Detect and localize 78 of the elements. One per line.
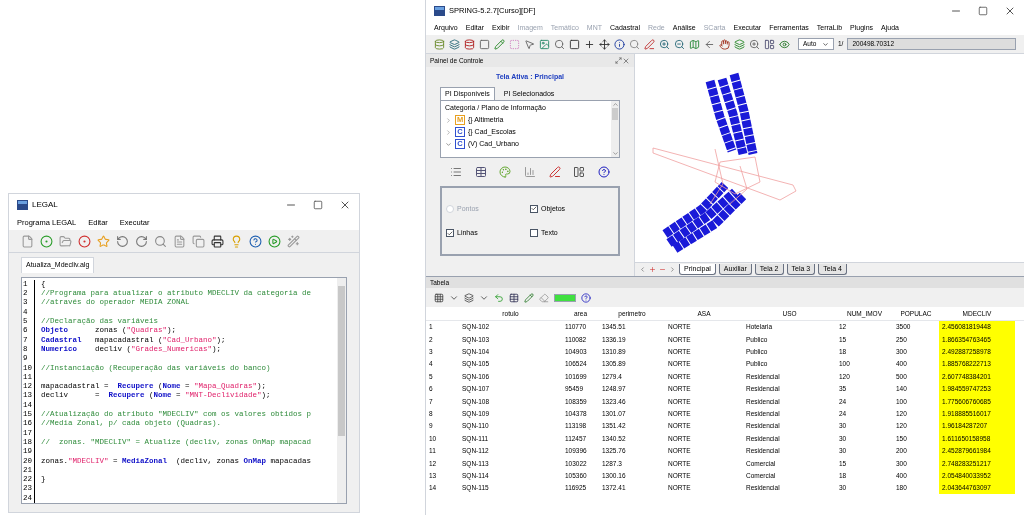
star-icon[interactable] (97, 234, 110, 248)
redo-icon[interactable] (135, 234, 148, 248)
panel-icon[interactable] (573, 166, 586, 178)
layers-icon[interactable] (734, 38, 745, 50)
undo-icon[interactable] (116, 234, 129, 248)
help-icon[interactable] (249, 234, 262, 248)
lightbulb-icon[interactable] (230, 234, 243, 248)
printer-icon[interactable] (211, 234, 224, 248)
scroll-thumb[interactable] (338, 285, 345, 436)
eye-icon[interactable] (779, 38, 790, 50)
pencil-icon[interactable] (644, 38, 655, 50)
pencil-icon[interactable] (548, 166, 561, 178)
chevron-right-icon[interactable] (445, 116, 452, 124)
folder-icon[interactable] (59, 234, 72, 248)
new-file-icon[interactable] (21, 234, 34, 248)
map-icon[interactable] (689, 38, 700, 50)
hand-icon[interactable] (719, 38, 730, 50)
copy-icon[interactable] (192, 234, 205, 248)
list-icon[interactable] (450, 166, 463, 178)
color-picker[interactable] (554, 293, 576, 302)
undock-icon[interactable] (615, 57, 622, 64)
move-icon[interactable] (599, 38, 610, 50)
image-icon[interactable] (539, 38, 550, 50)
help-icon[interactable] (581, 292, 591, 303)
remove-icon[interactable] (659, 266, 666, 273)
layers-icon[interactable] (464, 292, 474, 303)
zoom-in-icon[interactable] (659, 38, 670, 50)
chevron-right-icon[interactable] (445, 128, 452, 136)
info-icon[interactable] (614, 38, 625, 50)
checkbox[interactable] (530, 204, 538, 213)
scroll-up-icon[interactable] (611, 101, 619, 108)
dropdown-caret-icon[interactable] (822, 40, 829, 48)
wand-icon[interactable] (287, 234, 300, 248)
undo-icon[interactable] (494, 292, 504, 303)
table-icon[interactable] (509, 292, 519, 303)
pencil-icon[interactable] (494, 38, 505, 50)
frame-icon[interactable] (509, 38, 520, 50)
stop-icon[interactable] (78, 234, 91, 248)
search-icon[interactable] (554, 38, 565, 50)
chart-icon[interactable] (523, 166, 536, 178)
scrollbar[interactable] (611, 101, 619, 157)
plus-icon[interactable] (584, 38, 595, 50)
layers-icon[interactable] (449, 38, 460, 50)
palette-icon[interactable] (499, 166, 512, 178)
previous-icon[interactable] (639, 266, 646, 273)
search-icon[interactable] (154, 234, 167, 248)
square-icon[interactable] (479, 38, 490, 50)
zoom-icon[interactable] (749, 38, 760, 50)
maximize-icon[interactable] (313, 199, 323, 210)
scrollbar[interactable] (337, 277, 346, 503)
pointer-icon[interactable] (524, 38, 535, 50)
square-icon[interactable] (569, 38, 580, 50)
search-icon[interactable] (629, 38, 640, 50)
app-icon (17, 199, 28, 210)
record-icon[interactable] (40, 234, 53, 248)
checkbox[interactable] (530, 229, 538, 238)
grid-icon[interactable] (434, 292, 444, 303)
run-icon[interactable] (268, 234, 281, 248)
help-icon[interactable] (597, 166, 610, 178)
pencil-icon[interactable] (524, 292, 534, 303)
zoom-out-icon[interactable] (674, 38, 685, 50)
table-icon[interactable] (474, 166, 487, 178)
window-title: LEGAL (32, 198, 59, 211)
add-icon[interactable] (649, 266, 656, 273)
database-icon[interactable] (464, 38, 475, 50)
code-editor[interactable] (21, 276, 347, 504)
database-icon[interactable] (434, 38, 445, 50)
document-icon[interactable] (173, 234, 186, 248)
next-icon[interactable] (669, 266, 676, 273)
scroll-thumb[interactable] (612, 108, 618, 120)
app-icon (434, 5, 445, 16)
maximize-icon[interactable] (978, 5, 988, 16)
checkbox[interactable] (446, 229, 454, 238)
scroll-down-icon[interactable] (611, 150, 619, 157)
panel-icon[interactable] (764, 38, 775, 50)
eraser-icon[interactable] (539, 292, 549, 303)
back-icon[interactable] (704, 38, 715, 50)
chevron-down-icon[interactable] (445, 140, 452, 148)
